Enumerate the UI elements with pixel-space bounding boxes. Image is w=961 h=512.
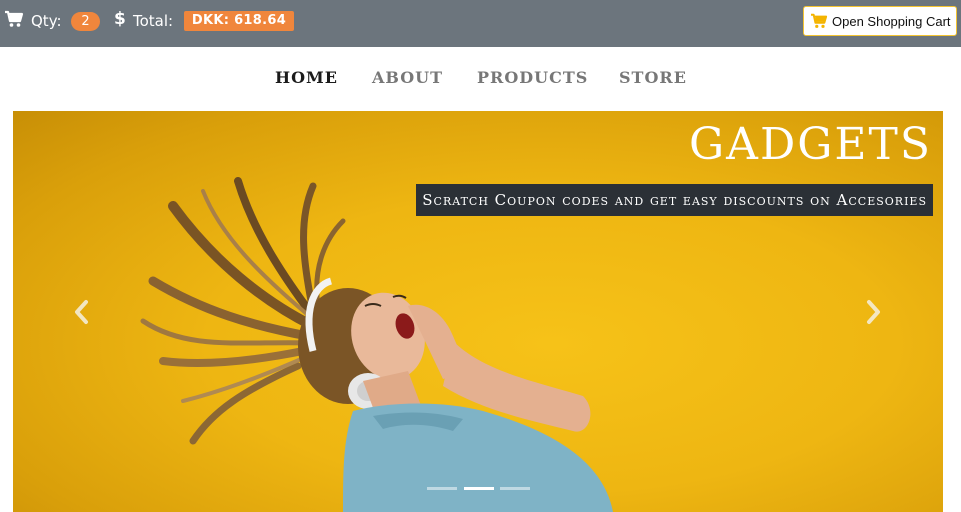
shopping-cart-icon: [811, 13, 828, 28]
main-nav: HOME ABOUT PRODUCTS STORE: [0, 62, 961, 96]
total-label: Total:: [133, 12, 174, 30]
qty-label: Qty:: [31, 12, 62, 30]
chevron-left-icon: [75, 300, 88, 324]
nav-item-products[interactable]: PRODUCTS: [477, 68, 588, 87]
carousel-subtitle: Scratch Coupon codes and get easy discou…: [416, 184, 933, 216]
chevron-right-icon: [867, 300, 880, 324]
carousel-indicators: [427, 487, 531, 493]
carousel-prev-button[interactable]: [70, 297, 94, 327]
nav-item-about[interactable]: ABOUT: [372, 68, 443, 87]
carousel-indicator-1[interactable]: [427, 487, 457, 490]
carousel-indicator-3[interactable]: [500, 487, 530, 490]
dollar-icon: $: [114, 9, 126, 29]
hero-image: [140, 177, 613, 512]
carousel-title: GADGETS: [689, 119, 932, 170]
shopping-cart-icon: [5, 10, 24, 27]
nav-item-home[interactable]: HOME: [275, 68, 338, 87]
nav-item-store[interactable]: STORE: [619, 68, 687, 87]
carousel-indicator-2[interactable]: [464, 487, 494, 490]
hero-carousel: GADGETS Scratch Coupon codes and get eas…: [13, 111, 943, 512]
open-shopping-cart-label: Open Shopping Cart: [832, 13, 951, 29]
carousel-next-button[interactable]: [861, 297, 885, 327]
top-bar: Qty: 2 $ Total: DKK: 618.64 Open Shoppin…: [0, 0, 961, 47]
total-badge: DKK: 618.64: [184, 11, 294, 31]
open-shopping-cart-button[interactable]: Open Shopping Cart: [803, 6, 957, 36]
qty-badge: 2: [71, 12, 100, 31]
